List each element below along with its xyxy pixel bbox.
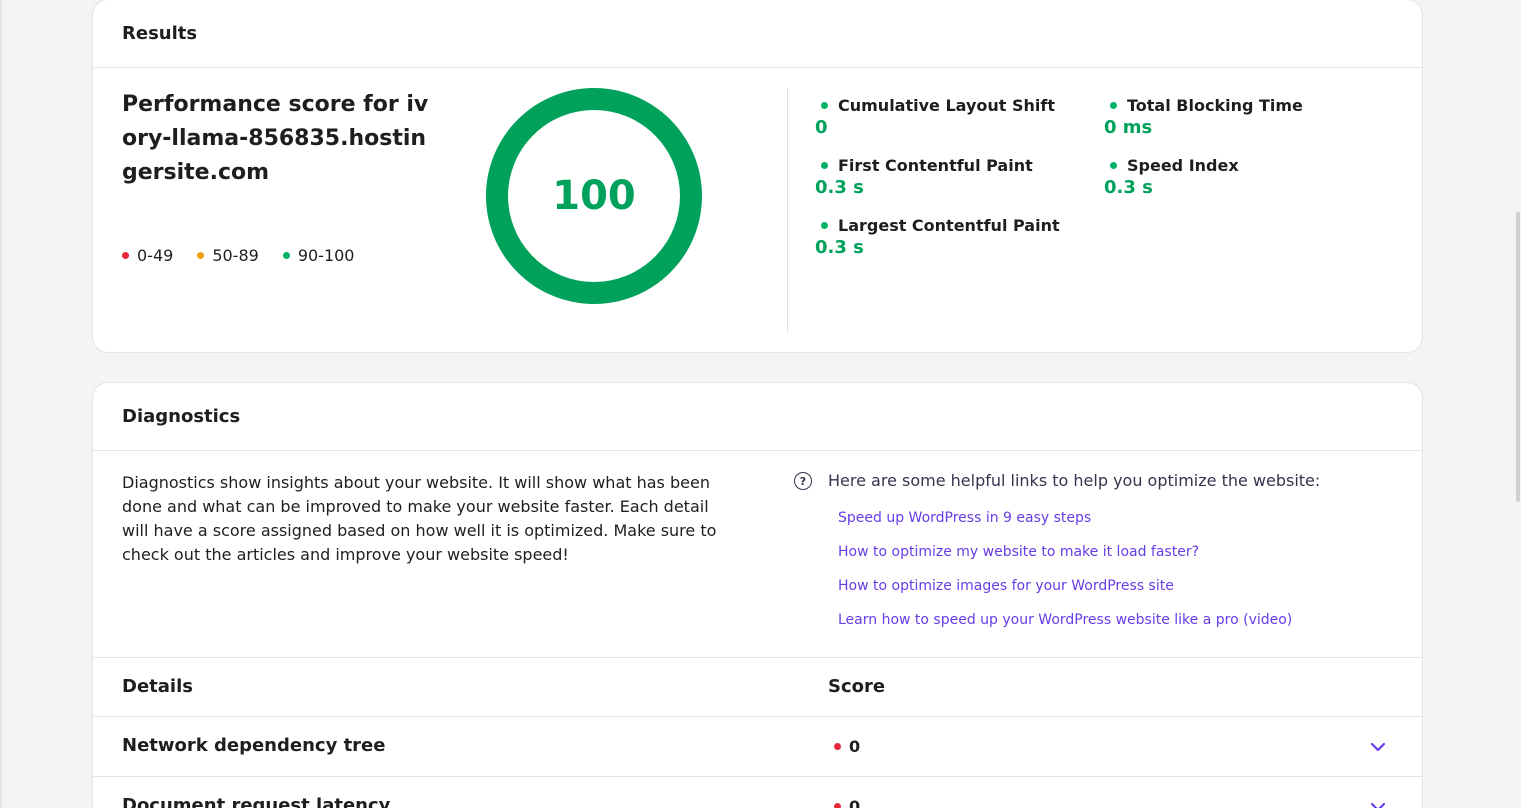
legend-dot-red-icon bbox=[122, 252, 129, 259]
metric-name: Largest Contentful Paint bbox=[838, 216, 1060, 235]
metric-value: 0.3 s bbox=[815, 237, 864, 258]
chevron-down-icon[interactable] bbox=[1370, 801, 1386, 808]
metric-dot-icon bbox=[821, 162, 828, 169]
metric-dot-icon bbox=[821, 102, 828, 109]
details-table-header: Details Score bbox=[93, 657, 1422, 717]
metric-fcp: First Contentful Paint 0.3 s bbox=[815, 156, 1033, 198]
metric-value: 0.3 s bbox=[815, 177, 864, 198]
metric-cls: Cumulative Layout Shift 0 bbox=[815, 96, 1055, 138]
legend-dot-orange-icon bbox=[197, 252, 205, 259]
legend-item-poor: 0-49 bbox=[122, 246, 173, 265]
performance-title: Performance score for ivory-llama-856835… bbox=[122, 92, 429, 185]
page-edge bbox=[0, 0, 2, 808]
metric-name: Total Blocking Time bbox=[1127, 96, 1303, 115]
legend-label: 90-100 bbox=[297, 246, 355, 265]
divider bbox=[787, 88, 788, 334]
legend-item-good: 90-100 bbox=[282, 246, 355, 265]
metric-speed-index: Speed Index 0.3 s bbox=[1104, 156, 1239, 198]
metric-dot-icon bbox=[1110, 102, 1117, 109]
link-speed-up-wordpress[interactable]: Speed up WordPress in 9 easy steps bbox=[838, 509, 1292, 528]
table-row[interactable]: Network dependency tree 0 bbox=[93, 717, 1422, 777]
score-dot-red-icon bbox=[834, 803, 841, 808]
column-score: Score bbox=[828, 676, 886, 697]
results-header: Results bbox=[93, 0, 1422, 68]
metric-value: 0 bbox=[815, 117, 828, 138]
metric-lcp: Largest Contentful Paint 0.3 s bbox=[815, 216, 1060, 258]
row-title: Network dependency tree bbox=[122, 735, 386, 756]
link-optimize-website[interactable]: How to optimize my website to make it lo… bbox=[838, 543, 1292, 562]
diagnostics-card: Diagnostics Diagnostics show insights ab… bbox=[92, 382, 1423, 808]
results-card: Results Performance score for ivory-llam… bbox=[92, 0, 1423, 353]
column-details: Details bbox=[122, 676, 193, 697]
chevron-down-icon[interactable] bbox=[1370, 741, 1386, 753]
metric-value: 0 ms bbox=[1104, 117, 1153, 138]
metric-dot-icon bbox=[821, 222, 828, 229]
diagnostics-description: Diagnostics show insights about your web… bbox=[122, 473, 717, 564]
score-gauge: 100 bbox=[486, 88, 702, 304]
metric-name: First Contentful Paint bbox=[838, 156, 1033, 175]
help-text: Here are some helpful links to help you … bbox=[828, 471, 1321, 490]
scrollbar[interactable] bbox=[1516, 212, 1520, 502]
score-dot-red-icon bbox=[834, 743, 841, 750]
row-score: 0 bbox=[834, 737, 860, 756]
score-legend: 0-49 50-89 90-100 bbox=[122, 246, 354, 265]
table-row[interactable]: Document request latency 0 bbox=[93, 777, 1422, 808]
performance-score: 100 bbox=[552, 173, 636, 219]
diagnostics-header: Diagnostics bbox=[93, 383, 1422, 451]
legend-item-average: 50-89 bbox=[197, 246, 259, 265]
metric-name: Speed Index bbox=[1127, 156, 1239, 175]
legend-label: 0-49 bbox=[137, 246, 174, 265]
legend-label: 50-89 bbox=[212, 246, 259, 265]
row-score-value: 0 bbox=[849, 737, 861, 756]
metric-dot-icon bbox=[1110, 162, 1117, 169]
link-speed-up-video[interactable]: Learn how to speed up your WordPress web… bbox=[838, 611, 1292, 630]
help-icon: ? bbox=[794, 472, 812, 490]
metric-value: 0.3 s bbox=[1104, 177, 1153, 198]
row-score: 0 bbox=[834, 797, 860, 808]
link-optimize-images[interactable]: How to optimize images for your WordPres… bbox=[838, 577, 1292, 596]
legend-dot-green-icon bbox=[282, 252, 290, 259]
row-title: Document request latency bbox=[122, 795, 391, 808]
helpful-links: Speed up WordPress in 9 easy steps How t… bbox=[838, 509, 1292, 630]
row-score-value: 0 bbox=[849, 797, 861, 808]
metric-tbt: Total Blocking Time 0 ms bbox=[1104, 96, 1303, 138]
metric-name: Cumulative Layout Shift bbox=[838, 96, 1055, 115]
